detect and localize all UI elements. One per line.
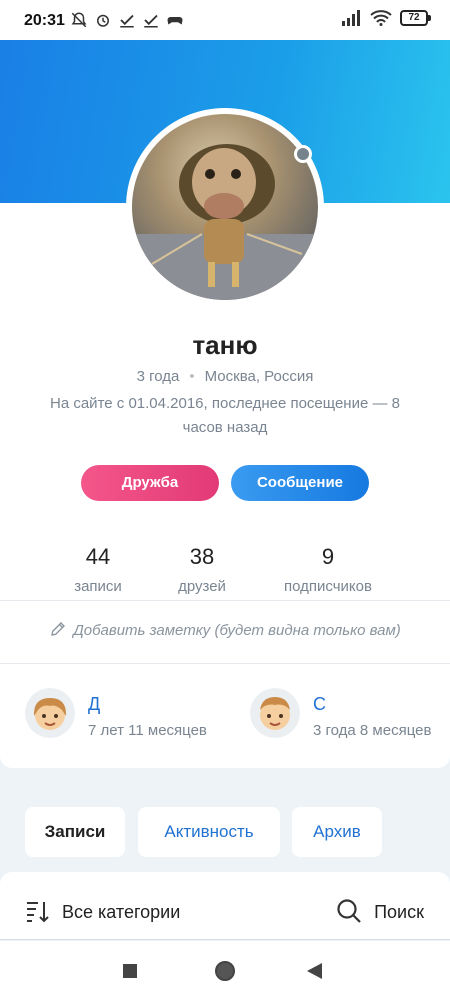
posts-filter-bar: Все категории Поиск — [0, 872, 450, 940]
gamepad-icon — [167, 17, 183, 25]
stat-friends[interactable]: 38 друзей — [162, 544, 242, 595]
add-note-label: Добавить заметку (будет видна только вам… — [73, 622, 401, 639]
message-button[interactable]: Сообщение — [231, 465, 369, 501]
profile-last-seen: На сайте с 01.04.2016, последнее посещен… — [50, 395, 400, 436]
tab-archive[interactable]: Архив — [292, 807, 382, 857]
profile-avatar[interactable] — [126, 108, 324, 306]
signal-icon — [342, 10, 360, 26]
relative-item[interactable]: Д 7 лет 11 месяцев — [25, 688, 225, 742]
stat-value: 44 — [85, 544, 111, 569]
boy-avatar-icon — [250, 688, 300, 738]
system-nav-bar — [0, 941, 450, 1000]
stat-value: 9 — [321, 544, 335, 569]
categories-filter[interactable]: Все категории — [24, 898, 180, 924]
home-icon[interactable] — [214, 960, 236, 982]
alarm-icon — [97, 14, 109, 27]
relative-name: С — [313, 694, 326, 714]
relative-name: Д — [88, 694, 101, 714]
profile-age: 3 года — [136, 368, 180, 385]
wifi-icon — [370, 10, 392, 26]
bell-muted-icon — [71, 12, 87, 28]
back-icon[interactable] — [307, 963, 323, 979]
stat-followers[interactable]: 9 подписчиков — [268, 544, 388, 595]
profile-meta: 3 года • Москва, Россия — [0, 368, 450, 385]
search-icon — [337, 899, 361, 923]
divider — [0, 663, 450, 664]
check-icon — [120, 14, 134, 28]
categories-label: Все категории — [62, 902, 181, 922]
relative-age: 3 года 8 месяцев — [313, 722, 432, 739]
status-time: 20:31 — [24, 12, 65, 29]
divider — [0, 600, 450, 601]
notification-icons — [70, 11, 184, 29]
battery-icon: 72 — [400, 10, 431, 26]
girl-avatar-icon — [25, 688, 75, 738]
friend-button[interactable]: Дружба — [81, 465, 219, 501]
profile-name: таню — [192, 330, 258, 360]
search-label: Поиск — [374, 902, 424, 922]
check-icon — [144, 14, 158, 28]
sort-icon — [27, 902, 49, 923]
profile-location: Москва, Россия — [204, 368, 314, 385]
status-bar: 20:31 72 — [0, 0, 450, 40]
tab-posts[interactable]: Записи — [25, 807, 125, 857]
tab-activity[interactable]: Активность — [138, 807, 280, 857]
stat-value: 38 — [189, 544, 215, 569]
separator-dot: • — [189, 368, 195, 385]
search-button[interactable]: Поиск — [336, 898, 424, 924]
recents-icon[interactable] — [123, 964, 137, 978]
pencil-icon — [51, 622, 66, 636]
stat-posts[interactable]: 44 записи — [58, 544, 138, 595]
stat-label: записи — [74, 578, 122, 595]
online-status-indicator — [294, 145, 312, 163]
stat-label: подписчиков — [284, 578, 372, 595]
add-note-button[interactable]: Добавить заметку (будет видна только вам… — [0, 620, 450, 639]
avatar-photo — [132, 114, 318, 300]
relative-age: 7 лет 11 месяцев — [88, 722, 207, 739]
relative-item[interactable]: С 3 года 8 месяцев — [250, 688, 445, 742]
stat-label: друзей — [178, 578, 226, 595]
